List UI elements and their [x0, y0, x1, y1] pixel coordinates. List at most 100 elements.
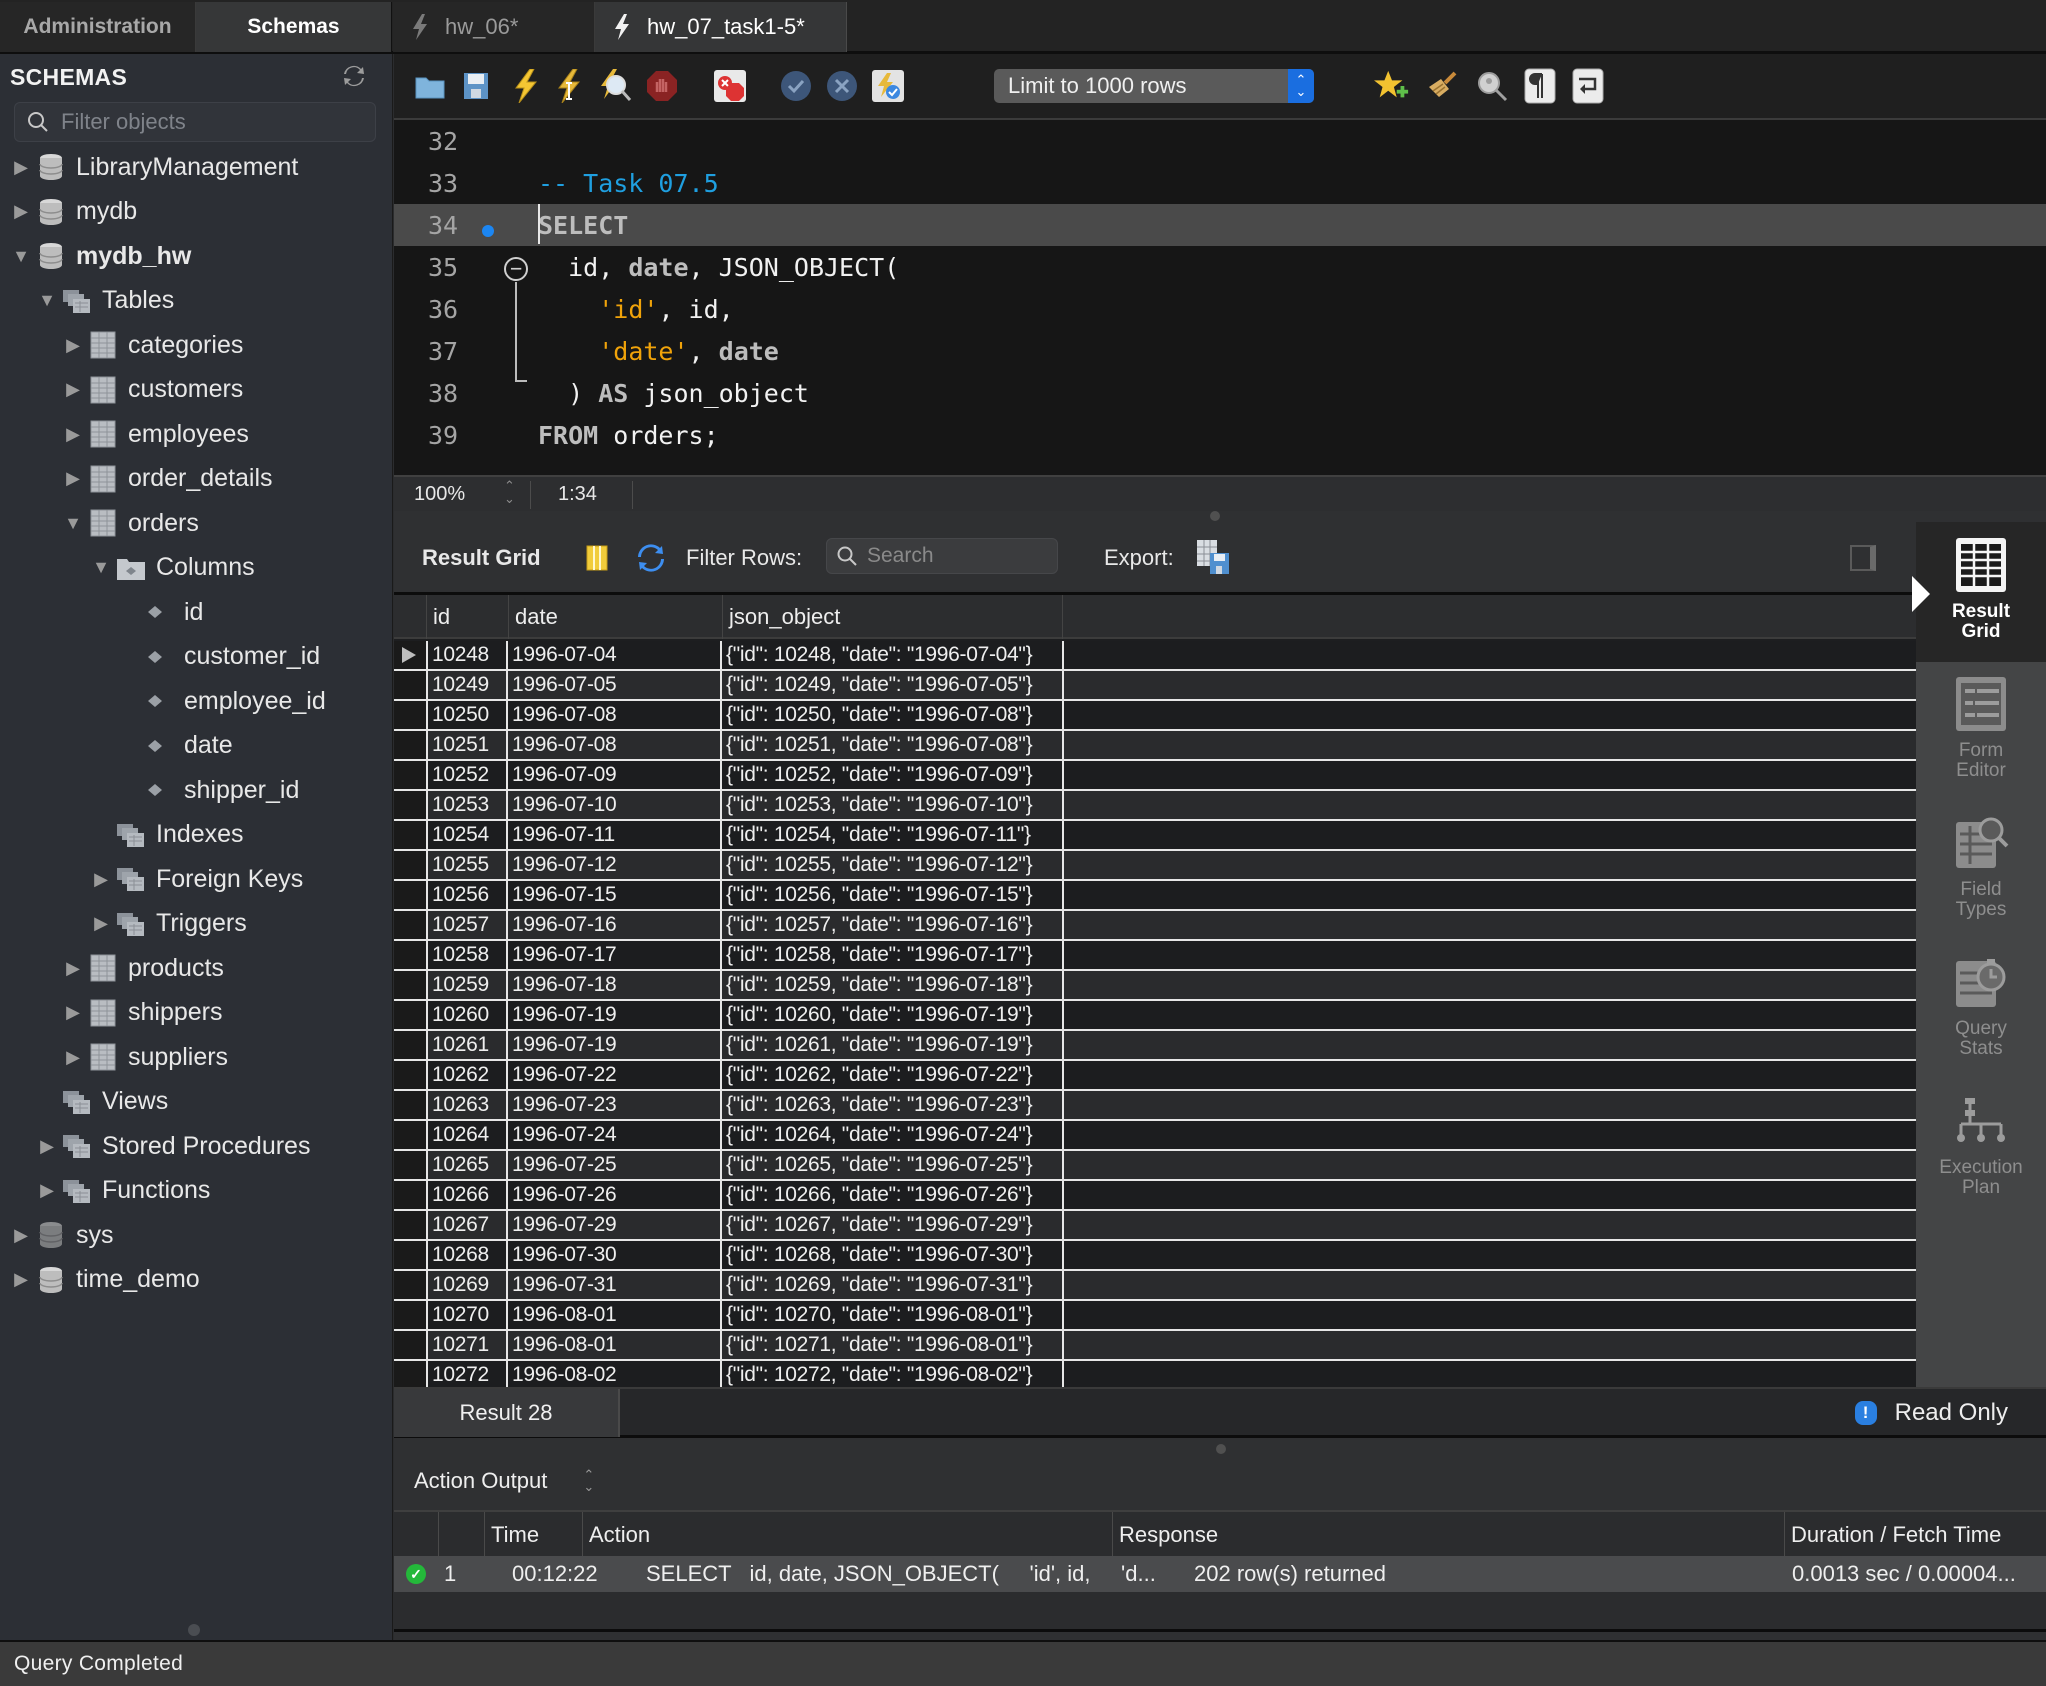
cell-json-object[interactable]: {"id": 10265, "date": "1996-07-25"}	[720, 1151, 1060, 1179]
expand-arrow-icon[interactable]: ▶	[62, 379, 84, 401]
table-row[interactable]: 10263 1996-07-23 {"id": 10263, "date": "19…	[394, 1091, 1916, 1121]
tree-item-employees[interactable]: ▶ employees	[62, 414, 249, 454]
table-row[interactable]: 10252 1996-07-09 {"id": 10252, "date": "19…	[394, 761, 1916, 791]
table-row[interactable]: 10269 1996-07-31 {"id": 10269, "date": "19…	[394, 1271, 1916, 1301]
cell-id[interactable]: 10250	[426, 701, 506, 729]
code-line[interactable]: 33 -- Task 07.5	[394, 162, 2046, 204]
execute-button[interactable]	[508, 68, 544, 104]
code-line[interactable]: 38 ) AS json_object	[394, 372, 2046, 414]
code-line[interactable]: 37 'date', date	[394, 330, 2046, 372]
row-header[interactable]	[394, 821, 426, 849]
table-row[interactable]: 10257 1996-07-16 {"id": 10257, "date": "19…	[394, 911, 1916, 941]
table-row[interactable]: 10272 1996-08-02 {"id": 10272, "date": "19…	[394, 1361, 1916, 1387]
column-header-time[interactable]: Time	[484, 1512, 582, 1558]
action-row[interactable]: ✓ 1 00:12:22 SELECT id, date, JSON_OBJEC…	[394, 1556, 2046, 1592]
row-header[interactable]	[394, 1091, 426, 1119]
expand-arrow-icon[interactable]: ▶	[10, 1224, 32, 1246]
execute-current-statement-button[interactable]	[552, 68, 588, 104]
commit-button[interactable]	[778, 68, 814, 104]
row-header[interactable]	[394, 1151, 426, 1179]
row-header[interactable]	[394, 941, 426, 969]
find-button[interactable]	[1474, 68, 1510, 104]
open-file-button[interactable]	[412, 68, 448, 104]
toggle-invisible-chars-button[interactable]	[1522, 68, 1558, 104]
tree-item-librarymanagement[interactable]: ▶ LibraryManagement	[10, 147, 298, 187]
cell-id[interactable]: 10255	[426, 851, 506, 879]
cell-date[interactable]: 1996-07-30	[506, 1241, 720, 1269]
tab-administration[interactable]: Administration	[0, 2, 196, 52]
cell-id[interactable]: 10248	[426, 641, 506, 669]
cell-json-object[interactable]: {"id": 10264, "date": "1996-07-24"}	[720, 1121, 1060, 1149]
row-header[interactable]	[394, 641, 426, 669]
tree-item-categories[interactable]: ▶ categories	[62, 325, 243, 365]
cell-id[interactable]: 10265	[426, 1151, 506, 1179]
cell-date[interactable]: 1996-07-19	[506, 1001, 720, 1029]
expand-arrow-icon[interactable]: ▶	[10, 1269, 32, 1291]
cell-id[interactable]: 10266	[426, 1181, 506, 1209]
row-header[interactable]	[394, 1181, 426, 1209]
column-header-index[interactable]	[438, 1512, 484, 1558]
tree-item-stored-procedures[interactable]: ▶ Stored Procedures	[36, 1126, 310, 1166]
cell-id[interactable]: 10270	[426, 1301, 506, 1329]
table-row[interactable]: 10266 1996-07-26 {"id": 10266, "date": "19…	[394, 1181, 1916, 1211]
tree-item-products[interactable]: ▶ products	[62, 948, 224, 988]
fold-collapse-icon[interactable]: −	[504, 257, 528, 281]
cell-json-object[interactable]: {"id": 10263, "date": "1996-07-23"}	[720, 1091, 1060, 1119]
refresh-icon[interactable]	[636, 543, 666, 573]
cell-date[interactable]: 1996-07-25	[506, 1151, 720, 1179]
sql-editor[interactable]: 32 33 -- Task 07.5 34 SELECT 35 id, date, JSO…	[394, 120, 2046, 475]
cell-id[interactable]: 10271	[426, 1331, 506, 1359]
cell-json-object[interactable]: {"id": 10270, "date": "1996-08-01"}	[720, 1301, 1060, 1329]
resize-handle[interactable]	[188, 1624, 200, 1636]
cell-date[interactable]: 1996-07-19	[506, 1031, 720, 1059]
output-type-select[interactable]: Action Output ⌃ ⌄	[414, 1468, 594, 1494]
row-header[interactable]	[394, 1271, 426, 1299]
row-header[interactable]	[394, 1061, 426, 1089]
expand-arrow-icon[interactable]: ▶	[90, 868, 112, 890]
table-row[interactable]: 10265 1996-07-25 {"id": 10265, "date": "19…	[394, 1151, 1916, 1181]
expand-arrow-icon[interactable]: ▶	[62, 468, 84, 490]
result-tab[interactable]: Result 28	[394, 1389, 620, 1437]
cell-json-object[interactable]: {"id": 10257, "date": "1996-07-16"}	[720, 911, 1060, 939]
expand-arrow-icon[interactable]: ▶	[62, 334, 84, 356]
tree-item-customers[interactable]: ▶ customers	[62, 370, 243, 410]
cell-id[interactable]: 10254	[426, 821, 506, 849]
cell-id[interactable]: 10260	[426, 1001, 506, 1029]
tree-item-customer-id[interactable]: customer_id	[118, 637, 320, 677]
explain-button[interactable]	[598, 68, 634, 104]
row-header[interactable]	[394, 1301, 426, 1329]
tab-schemas[interactable]: Schemas	[196, 2, 392, 52]
code-line[interactable]: 34 SELECT	[394, 204, 2046, 246]
tree-item-mydb[interactable]: ▶ mydb	[10, 192, 137, 232]
cell-date[interactable]: 1996-07-29	[506, 1211, 720, 1239]
expand-arrow-icon[interactable]: ▶	[36, 1135, 58, 1157]
tree-item-foreign-keys[interactable]: ▶ Foreign Keys	[90, 859, 303, 899]
tree-item-order-details[interactable]: ▶ order_details	[62, 459, 273, 499]
cell-json-object[interactable]: {"id": 10256, "date": "1996-07-15"}	[720, 881, 1060, 909]
cell-id[interactable]: 10249	[426, 671, 506, 699]
cell-json-object[interactable]: {"id": 10268, "date": "1996-07-30"}	[720, 1241, 1060, 1269]
cell-json-object[interactable]: {"id": 10271, "date": "1996-08-01"}	[720, 1331, 1060, 1359]
row-header[interactable]	[394, 1001, 426, 1029]
cell-date[interactable]: 1996-08-02	[506, 1361, 720, 1387]
table-row[interactable]: 10250 1996-07-08 {"id": 10250, "date": "19…	[394, 701, 1916, 731]
cell-id[interactable]: 10258	[426, 941, 506, 969]
cell-date[interactable]: 1996-07-12	[506, 851, 720, 879]
row-header[interactable]	[394, 1031, 426, 1059]
cell-json-object[interactable]: {"id": 10254, "date": "1996-07-11"}	[720, 821, 1060, 849]
table-row[interactable]: 10268 1996-07-30 {"id": 10268, "date": "19…	[394, 1241, 1916, 1271]
code-line[interactable]: 32	[394, 120, 2046, 162]
cell-date[interactable]: 1996-07-05	[506, 671, 720, 699]
row-header[interactable]	[394, 1241, 426, 1269]
refresh-icon[interactable]	[340, 62, 368, 90]
cell-date[interactable]: 1996-07-04	[506, 641, 720, 669]
cell-date[interactable]: 1996-07-31	[506, 1271, 720, 1299]
table-row[interactable]: 10270 1996-08-01 {"id": 10270, "date": "19…	[394, 1301, 1916, 1331]
table-row[interactable]: 10253 1996-07-10 {"id": 10253, "date": "19…	[394, 791, 1916, 821]
row-header[interactable]	[394, 671, 426, 699]
expand-arrow-icon[interactable]: ▶	[36, 1180, 58, 1202]
cell-id[interactable]: 10252	[426, 761, 506, 789]
view-execution-plan[interactable]: Execution Plan	[1916, 1078, 2046, 1218]
column-header-json-object[interactable]: json_object	[722, 595, 1062, 639]
cell-json-object[interactable]: {"id": 10255, "date": "1996-07-12"}	[720, 851, 1060, 879]
